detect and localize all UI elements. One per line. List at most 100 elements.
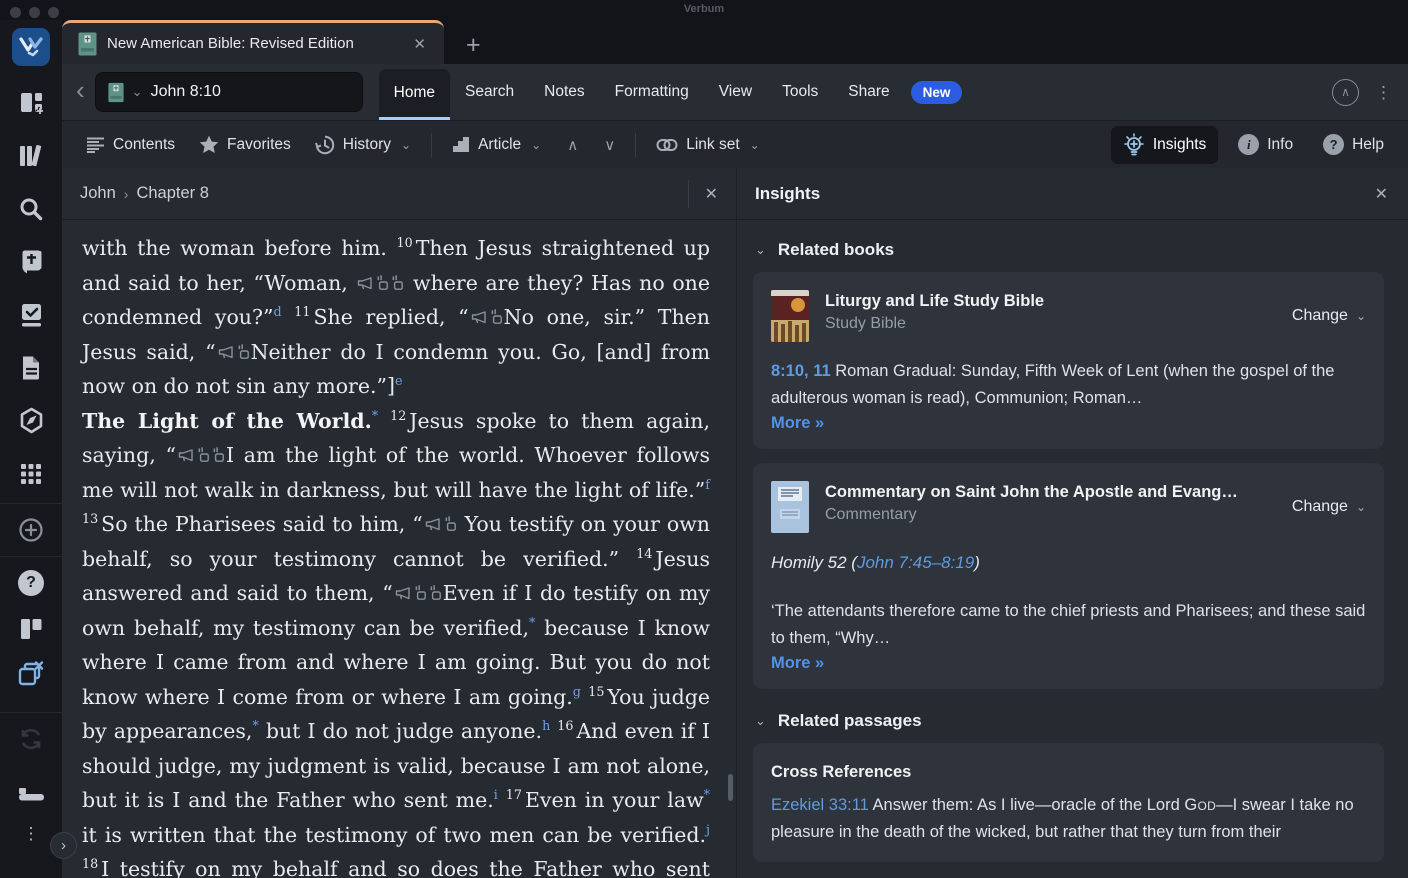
- menu-tab-share[interactable]: Share: [833, 64, 904, 120]
- sidebar-item-sync[interactable]: [0, 716, 62, 762]
- breadcrumb-book[interactable]: John: [80, 184, 116, 203]
- help-button[interactable]: ? Help: [1313, 128, 1394, 161]
- book-title[interactable]: Commentary on Saint John the Apostle and…: [825, 483, 1276, 502]
- media-marker-icon[interactable]: [198, 447, 209, 462]
- reference-value: John 8:10: [151, 83, 221, 101]
- audio-speaker-icon[interactable]: [471, 311, 487, 324]
- scrollbar-thumb[interactable]: [728, 774, 733, 801]
- more-link[interactable]: More »: [771, 414, 1366, 433]
- audio-speaker-icon[interactable]: [395, 587, 411, 600]
- media-marker-icon[interactable]: [415, 585, 426, 600]
- verse-number: 17: [506, 787, 522, 802]
- contents-button[interactable]: Contents: [76, 130, 185, 160]
- sidebar-item-workflows[interactable]: [0, 288, 62, 341]
- previous-article-button[interactable]: ∧: [555, 130, 588, 160]
- section-label: Related books: [778, 240, 894, 260]
- breadcrumb-chapter[interactable]: Chapter 8: [136, 184, 208, 203]
- media-marker-icon[interactable]: [392, 275, 403, 290]
- insights-panel: Insights ✕ ⌄ Related books: [737, 168, 1408, 878]
- reader-close-icon[interactable]: ✕: [688, 180, 718, 208]
- footnote-marker[interactable]: g: [573, 684, 581, 699]
- new-tab-button[interactable]: +: [458, 31, 489, 64]
- bible-reference-link[interactable]: Ezekiel 33:11: [771, 796, 869, 814]
- chevron-down-icon[interactable]: ⌄: [132, 84, 143, 100]
- menu-tab-notes[interactable]: Notes: [529, 64, 600, 120]
- sidebar-item-close-all-panels[interactable]: [0, 652, 62, 698]
- book-title[interactable]: Liturgy and Life Study Bible: [825, 292, 1276, 311]
- verbum-logo-icon: [18, 36, 44, 58]
- reference-input[interactable]: ⌄ John 8:10: [95, 72, 363, 112]
- collapse-toolbar-button[interactable]: ∧: [1332, 79, 1359, 106]
- media-marker-icon[interactable]: [213, 447, 224, 462]
- cross-references-title: Cross References: [771, 763, 1366, 782]
- media-marker-icon[interactable]: [377, 275, 388, 290]
- sidebar-item-help[interactable]: ?: [0, 560, 62, 606]
- insights-toggle-button[interactable]: Insights: [1111, 126, 1218, 164]
- link-set-button[interactable]: Link set ⌄: [646, 129, 769, 161]
- section-heading: The Light of the World.: [82, 409, 372, 433]
- more-link[interactable]: More »: [771, 654, 1366, 673]
- book-cover-liturgy[interactable]: [771, 290, 809, 342]
- sidebar-item-toolbar-shelf[interactable]: [0, 772, 62, 818]
- menu-tab-formatting[interactable]: Formatting: [600, 64, 704, 120]
- footnote-marker[interactable]: j: [706, 822, 710, 837]
- back-button[interactable]: ‹: [62, 75, 95, 110]
- footnote-marker[interactable]: *: [704, 787, 710, 802]
- factbook-compass-icon: [18, 407, 45, 434]
- info-button[interactable]: i Info: [1228, 128, 1303, 161]
- menu-tab-tools[interactable]: Tools: [767, 64, 833, 120]
- audio-speaker-icon[interactable]: [218, 346, 234, 359]
- article-view-button[interactable]: Article ⌄: [442, 130, 551, 160]
- change-label: Change: [1292, 307, 1348, 325]
- book-type: Study Bible: [825, 315, 1276, 333]
- tab-close-icon[interactable]: ✕: [407, 33, 432, 55]
- media-marker-icon[interactable]: [491, 309, 502, 324]
- audio-speaker-icon[interactable]: [357, 277, 373, 290]
- favorites-button[interactable]: Favorites: [189, 129, 301, 160]
- app-sidebar: ?: [0, 20, 62, 878]
- footnote-marker[interactable]: f: [705, 477, 710, 492]
- media-marker-icon[interactable]: [445, 516, 456, 531]
- resource-tab[interactable]: New American Bible: Revised Edition ✕: [62, 20, 444, 64]
- change-book-dropdown[interactable]: Change ⌄: [1292, 481, 1366, 533]
- sidebar-item-layouts[interactable]: [0, 606, 62, 652]
- sync-icon: [17, 725, 45, 753]
- verbum-logo[interactable]: [12, 28, 50, 66]
- related-passages-section-header[interactable]: ⌄ Related passages: [753, 703, 1384, 743]
- sidebar-item-add[interactable]: [0, 507, 62, 553]
- sidebar-divider: [0, 712, 62, 713]
- media-marker-icon[interactable]: [430, 585, 441, 600]
- sidebar-item-documents[interactable]: [0, 341, 62, 394]
- menu-tab-search[interactable]: Search: [450, 64, 529, 120]
- media-marker-icon[interactable]: [238, 344, 249, 359]
- verse-reference-link[interactable]: 8:10, 11: [771, 362, 831, 380]
- sidebar-item-library[interactable]: [0, 129, 62, 182]
- sidebar-item-apps-grid[interactable]: [0, 447, 62, 500]
- book-cover-commentary[interactable]: [771, 481, 809, 533]
- sidebar-item-factbook[interactable]: [0, 394, 62, 447]
- history-clock-icon: [315, 135, 335, 155]
- sidebar-item-new-layout[interactable]: [0, 76, 62, 129]
- insights-close-icon[interactable]: ✕: [1359, 184, 1388, 204]
- footnote-marker[interactable]: d: [273, 304, 281, 319]
- audio-speaker-icon[interactable]: [178, 449, 194, 462]
- bible-reference-link[interactable]: John 7:45–8:19: [857, 553, 974, 572]
- chevron-down-icon: ∨: [604, 136, 615, 154]
- history-button[interactable]: History ⌄: [305, 129, 421, 161]
- panel-menu-icon[interactable]: ⋮: [1375, 84, 1392, 101]
- article-label: Article: [478, 136, 521, 154]
- sidebar-item-bible[interactable]: [0, 235, 62, 288]
- info-icon: i: [1238, 134, 1259, 155]
- change-book-dropdown[interactable]: Change ⌄: [1292, 290, 1366, 342]
- footnote-marker[interactable]: e: [395, 373, 403, 388]
- menu-tab-home[interactable]: Home: [379, 69, 450, 120]
- search-icon: [18, 196, 44, 222]
- next-article-button[interactable]: ∨: [592, 130, 625, 160]
- sidebar-expand-button[interactable]: ›: [50, 832, 77, 859]
- sidebar-item-search[interactable]: [0, 182, 62, 235]
- link-set-label: Link set: [686, 136, 739, 154]
- menu-tab-view[interactable]: View: [704, 64, 767, 120]
- audio-speaker-icon[interactable]: [425, 518, 441, 531]
- related-books-section-header[interactable]: ⌄ Related books: [753, 232, 1384, 272]
- article-steps-icon: [452, 136, 470, 153]
